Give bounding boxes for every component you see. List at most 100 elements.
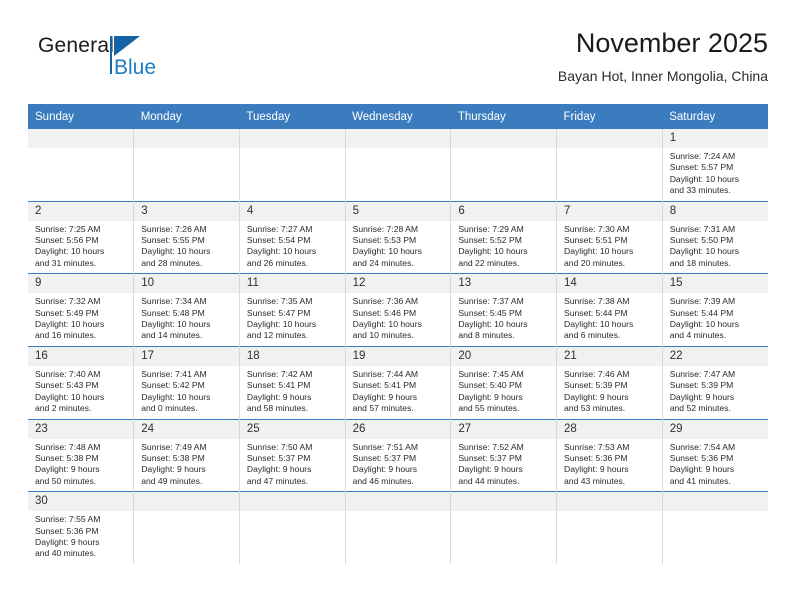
calendar-cell-empty	[556, 491, 663, 564]
weekday-row: Sunday Monday Tuesday Wednesday Thursday…	[28, 104, 768, 129]
calendar-day-cell[interactable]: 12 Sunrise: 7:36 AM Sunset: 5:46 PM Dayligh…	[345, 273, 452, 347]
daylight-text-line2: and 52 minutes.	[669, 403, 731, 414]
day-number	[239, 492, 345, 512]
calendar-day-cell[interactable]: 5 Sunrise: 7:28 AM Sunset: 5:53 PM Daylight…	[345, 200, 452, 274]
sunrise-text: Sunrise: 7:45 AM	[458, 368, 524, 379]
title-block: November 2025 Bayan Hot, Inner Mongolia,…	[558, 26, 768, 86]
calendar-day-cell[interactable]: 4 Sunrise: 7:27 AM Sunset: 5:54 PM Daylight…	[239, 200, 346, 274]
sunset-text: Sunset: 5:37 PM	[352, 452, 417, 463]
day-sun-info: Sunrise: 7:26 AM Sunset: 5:55 PM Daylight:…	[134, 221, 239, 274]
daylight-text-line2: and 50 minutes.	[35, 475, 97, 486]
day-sun-info: Sunrise: 7:32 AM Sunset: 5:49 PM Daylight:…	[28, 293, 133, 346]
daylight-text-line2: and 12 minutes.	[246, 330, 309, 341]
calendar-cell-empty	[556, 129, 663, 202]
daylight-text-line2: and 20 minutes.	[564, 257, 626, 268]
calendar-day-cell[interactable]: 17 Sunrise: 7:41 AM Sunset: 5:42 PM Dayligh…	[133, 345, 240, 419]
calendar-day-cell[interactable]: 21 Sunrise: 7:46 AM Sunset: 5:39 PM Dayligh…	[556, 345, 663, 419]
calendar-day-cell[interactable]: 24 Sunrise: 7:49 AM Sunset: 5:38 PM Dayligh…	[133, 418, 240, 492]
calendar-day-cell[interactable]: 22 Sunrise: 7:47 AM Sunset: 5:39 PM Dayligh…	[662, 345, 768, 419]
calendar-day-cell[interactable]: 16 Sunrise: 7:40 AM Sunset: 5:43 PM Dayligh…	[28, 345, 135, 419]
calendar-page: General Blue November 2025 Bayan Hot, In…	[0, 0, 792, 612]
calendar-week-row: 2 Sunrise: 7:25 AM Sunset: 5:56 PM Daylight…	[28, 200, 768, 274]
daylight-text-line1: Daylight: 10 hours	[35, 319, 105, 330]
daylight-text-line1: Daylight: 10 hours	[564, 319, 634, 330]
sunset-text: Sunset: 5:52 PM	[458, 235, 522, 246]
day-number: 4	[239, 201, 345, 221]
sunset-text: Sunset: 5:37 PM	[458, 452, 522, 463]
day-number: 16	[28, 346, 134, 366]
daylight-text-line2: and 22 minutes.	[458, 257, 520, 268]
calendar-day-cell[interactable]: 9 Sunrise: 7:32 AM Sunset: 5:49 PM Daylight…	[28, 273, 135, 347]
calendar-day-cell[interactable]: 28 Sunrise: 7:53 AM Sunset: 5:36 PM Dayligh…	[556, 418, 663, 492]
sunrise-text: Sunrise: 7:24 AM	[669, 151, 736, 161]
day-number: 17	[134, 346, 239, 366]
day-sun-info: Sunrise: 7:42 AM Sunset: 5:41 PM Daylight:…	[240, 366, 345, 419]
calendar-day-cell[interactable]: 27 Sunrise: 7:52 AM Sunset: 5:37 PM Dayligh…	[450, 418, 558, 492]
daylight-text-line2: and 40 minutes.	[35, 548, 97, 559]
day-number: 25	[239, 419, 345, 439]
logo-bar-shape	[110, 36, 112, 74]
calendar-day-cell[interactable]: 1 Sunrise: 7:24 AM Sunset: 5:57 PM Daylight…	[662, 129, 768, 202]
daylight-text-line1: Daylight: 9 hours	[35, 464, 100, 475]
day-sun-info: Sunrise: 7:45 AM Sunset: 5:40 PM Daylight:…	[451, 366, 556, 419]
day-number: 9	[28, 274, 134, 294]
calendar-day-cell[interactable]: 11 Sunrise: 7:35 AM Sunset: 5:47 PM Dayligh…	[239, 273, 346, 347]
calendar-day-cell[interactable]: 2 Sunrise: 7:25 AM Sunset: 5:56 PM Daylight…	[28, 200, 135, 274]
sunrise-text: Sunrise: 7:35 AM	[246, 296, 313, 307]
sunset-text: Sunset: 5:36 PM	[564, 452, 628, 463]
daylight-text-line2: and 24 minutes.	[352, 257, 414, 268]
sunrise-text: Sunrise: 7:44 AM	[352, 368, 419, 379]
calendar-day-cell[interactable]: 3 Sunrise: 7:26 AM Sunset: 5:55 PM Daylight…	[133, 200, 240, 274]
daylight-text-line1: Daylight: 9 hours	[246, 391, 312, 402]
calendar-day-cell[interactable]: 6 Sunrise: 7:29 AM Sunset: 5:52 PM Daylight…	[450, 200, 558, 274]
calendar-week-row: 30 Sunrise: 7:55 AM Sunset: 5:36 PM Dayligh…	[28, 491, 768, 564]
sunset-text: Sunset: 5:51 PM	[564, 235, 628, 246]
calendar-day-cell[interactable]: 7 Sunrise: 7:30 AM Sunset: 5:51 PM Daylight…	[556, 200, 663, 274]
sunset-text: Sunset: 5:44 PM	[669, 307, 734, 318]
calendar-day-cell[interactable]: 26 Sunrise: 7:51 AM Sunset: 5:37 PM Dayligh…	[345, 418, 452, 492]
calendar-day-cell[interactable]: 13 Sunrise: 7:37 AM Sunset: 5:45 PM Dayligh…	[450, 273, 558, 347]
calendar-day-cell[interactable]: 8 Sunrise: 7:31 AM Sunset: 5:50 PM Daylight…	[662, 200, 768, 274]
calendar-day-cell[interactable]: 18 Sunrise: 7:42 AM Sunset: 5:41 PM Dayligh…	[239, 345, 346, 419]
day-number: 12	[345, 274, 451, 294]
daylight-text-line2: and 31 minutes.	[35, 257, 97, 268]
calendar-day-cell[interactable]: 20 Sunrise: 7:45 AM Sunset: 5:40 PM Dayligh…	[450, 345, 558, 419]
sunset-text: Sunset: 5:43 PM	[35, 380, 99, 391]
calendar-week-row: 9 Sunrise: 7:32 AM Sunset: 5:49 PM Daylight…	[28, 273, 768, 347]
sunset-text: Sunset: 5:42 PM	[141, 380, 205, 391]
day-sun-info: Sunrise: 7:51 AM Sunset: 5:37 PM Daylight:…	[346, 439, 451, 492]
sunrise-text: Sunrise: 7:47 AM	[669, 368, 736, 379]
day-sun-info: Sunrise: 7:37 AM Sunset: 5:45 PM Daylight:…	[451, 293, 556, 346]
sunrise-text: Sunrise: 7:36 AM	[352, 296, 419, 307]
day-number	[345, 129, 451, 148]
calendar-day-cell[interactable]: 19 Sunrise: 7:44 AM Sunset: 5:41 PM Dayligh…	[345, 345, 452, 419]
sunset-text: Sunset: 5:45 PM	[458, 307, 522, 318]
calendar-day-cell[interactable]: 14 Sunrise: 7:38 AM Sunset: 5:44 PM Dayligh…	[556, 273, 663, 347]
daylight-text-line2: and 0 minutes.	[141, 403, 198, 414]
daylight-text-line2: and 4 minutes.	[669, 330, 727, 341]
calendar-cell-empty	[239, 491, 346, 564]
day-number: 29	[662, 419, 768, 439]
day-sun-info: Sunrise: 7:27 AM Sunset: 5:54 PM Daylight:…	[240, 221, 345, 274]
calendar-day-cell[interactable]: 23 Sunrise: 7:48 AM Sunset: 5:38 PM Dayligh…	[28, 418, 135, 492]
day-number	[28, 129, 134, 148]
calendar-day-cell[interactable]: 25 Sunrise: 7:50 AM Sunset: 5:37 PM Dayligh…	[239, 418, 346, 492]
calendar-day-cell[interactable]: 15 Sunrise: 7:39 AM Sunset: 5:44 PM Dayligh…	[662, 273, 768, 347]
calendar-day-cell[interactable]: 10 Sunrise: 7:34 AM Sunset: 5:48 PM Dayligh…	[133, 273, 240, 347]
day-sun-info: Sunrise: 7:47 AM Sunset: 5:39 PM Daylight:…	[663, 366, 768, 419]
day-sun-info: Sunrise: 7:24 AM Sunset: 5:57 PM Daylight:…	[663, 148, 768, 201]
daylight-text-line1: Daylight: 10 hours	[35, 391, 105, 402]
day-sun-info: Sunrise: 7:38 AM Sunset: 5:44 PM Daylight:…	[557, 293, 662, 346]
calendar-week-row: 16 Sunrise: 7:40 AM Sunset: 5:43 PM Dayligh…	[28, 345, 768, 419]
sunrise-text: Sunrise: 7:55 AM	[35, 514, 101, 525]
calendar-day-cell[interactable]: 30 Sunrise: 7:55 AM Sunset: 5:36 PM Dayligh…	[28, 491, 135, 564]
sunrise-text: Sunrise: 7:40 AM	[35, 368, 101, 379]
sunrise-text: Sunrise: 7:27 AM	[246, 223, 313, 234]
general-blue-logo[interactable]: General Blue	[38, 34, 238, 92]
day-sun-info: Sunrise: 7:41 AM Sunset: 5:42 PM Daylight:…	[134, 366, 239, 419]
day-sun-info: Sunrise: 7:48 AM Sunset: 5:38 PM Daylight:…	[28, 439, 133, 492]
day-number: 22	[662, 346, 768, 366]
day-sun-info: Sunrise: 7:36 AM Sunset: 5:46 PM Daylight:…	[346, 293, 451, 346]
calendar-day-cell[interactable]: 29 Sunrise: 7:54 AM Sunset: 5:36 PM Dayligh…	[662, 418, 768, 492]
day-number: 23	[28, 419, 134, 439]
